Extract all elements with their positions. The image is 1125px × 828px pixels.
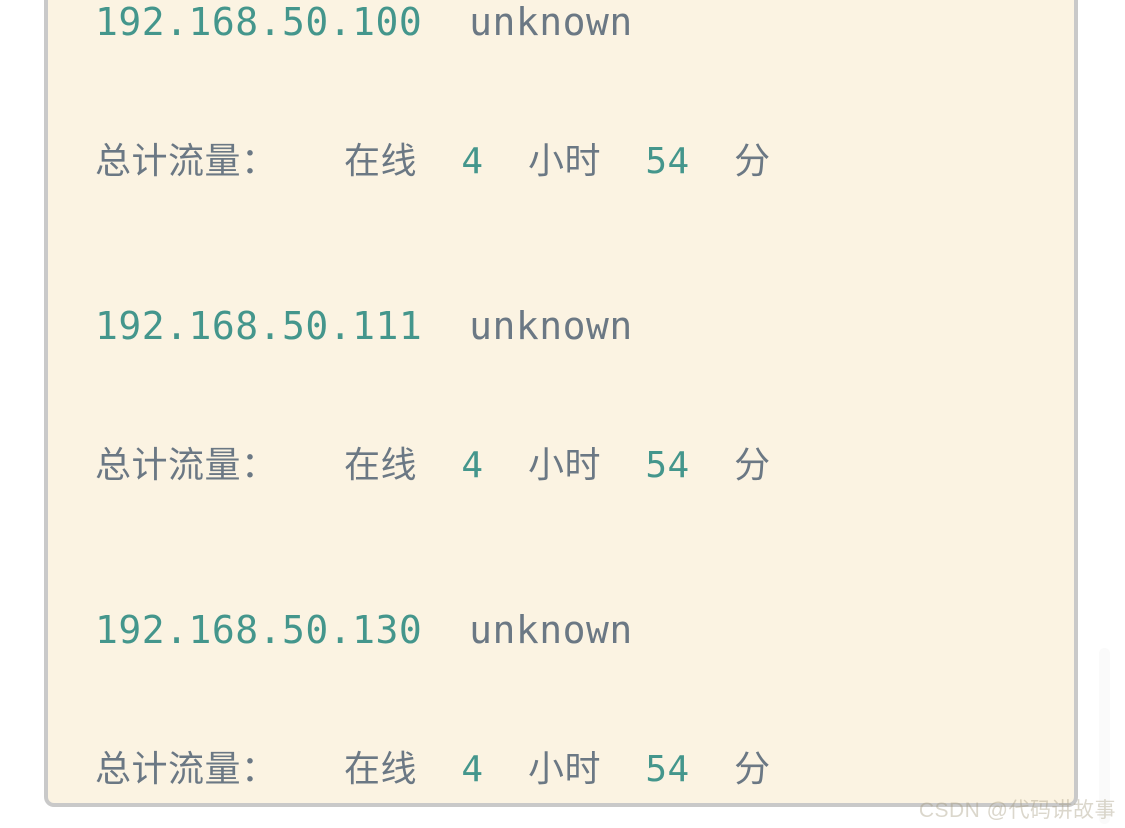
online-minutes-value: 54 xyxy=(645,141,690,182)
host-ip: 192.168.50.100 xyxy=(95,0,423,44)
gap-icon xyxy=(484,144,528,180)
log-traffic-line: 总计流量： 在线 4 小时 54 分 xyxy=(95,140,1074,184)
log-traffic-line: 总计流量： 在线 4 小时 54 分 xyxy=(95,748,1074,792)
log-host-line: 192.168.50.100 unknown xyxy=(95,0,1074,44)
online-hours-value: 4 xyxy=(461,445,484,486)
online-hours-unit: 小时 xyxy=(527,749,601,790)
traffic-label: 总计流量： xyxy=(95,141,278,182)
gap-icon xyxy=(417,448,461,484)
online-minutes-unit: 分 xyxy=(734,749,771,790)
online-hours-unit: 小时 xyxy=(527,445,601,486)
online-minutes-value: 54 xyxy=(645,445,690,486)
gap-icon xyxy=(601,752,645,788)
line-spacer xyxy=(95,652,1074,748)
vertical-scrollbar-track[interactable] xyxy=(1099,0,1118,828)
host-gap xyxy=(422,611,469,649)
line-spacer xyxy=(95,184,1074,304)
online-minutes-unit: 分 xyxy=(734,445,771,486)
traffic-gap xyxy=(278,144,345,180)
traffic-gap xyxy=(278,448,345,484)
traffic-label: 总计流量： xyxy=(95,749,278,790)
host-gap xyxy=(422,3,469,41)
host-gap xyxy=(422,307,469,345)
line-spacer xyxy=(95,44,1074,140)
gap-icon xyxy=(417,752,461,788)
vertical-scrollbar-thumb[interactable] xyxy=(1099,648,1110,824)
online-label: 在线 xyxy=(344,749,418,790)
gap-icon xyxy=(484,448,528,484)
online-hours-unit: 小时 xyxy=(527,141,601,182)
log-output-card[interactable]: 192.168.50.100 unknown 总计流量： 在线 4 小时 54 分 19… xyxy=(44,0,1078,807)
online-label: 在线 xyxy=(344,141,418,182)
gap-icon xyxy=(690,448,734,484)
online-label: 在线 xyxy=(344,445,418,486)
gap-icon xyxy=(690,752,734,788)
log-body: 192.168.50.100 unknown 总计流量： 在线 4 小时 54 分 19… xyxy=(48,0,1074,803)
traffic-label: 总计流量： xyxy=(95,445,278,486)
host-name: unknown xyxy=(469,304,633,348)
online-minutes-unit: 分 xyxy=(734,141,771,182)
line-spacer xyxy=(95,792,1074,803)
host-ip: 192.168.50.111 xyxy=(95,304,423,348)
log-traffic-line: 总计流量： 在线 4 小时 54 分 xyxy=(95,444,1074,488)
online-hours-value: 4 xyxy=(461,141,484,182)
host-ip: 192.168.50.130 xyxy=(95,608,423,652)
gap-icon xyxy=(690,144,734,180)
host-name: unknown xyxy=(469,608,633,652)
traffic-gap xyxy=(278,752,345,788)
line-spacer xyxy=(95,488,1074,608)
log-host-line: 192.168.50.111 unknown xyxy=(95,304,1074,348)
page-canvas: 192.168.50.100 unknown 总计流量： 在线 4 小时 54 分 19… xyxy=(0,0,1125,828)
gap-icon xyxy=(484,752,528,788)
log-host-line: 192.168.50.130 unknown xyxy=(95,608,1074,652)
gap-icon xyxy=(601,448,645,484)
host-name: unknown xyxy=(469,0,633,44)
online-hours-value: 4 xyxy=(461,749,484,790)
line-spacer xyxy=(95,348,1074,444)
gap-icon xyxy=(601,144,645,180)
gap-icon xyxy=(417,144,461,180)
online-minutes-value: 54 xyxy=(645,749,690,790)
